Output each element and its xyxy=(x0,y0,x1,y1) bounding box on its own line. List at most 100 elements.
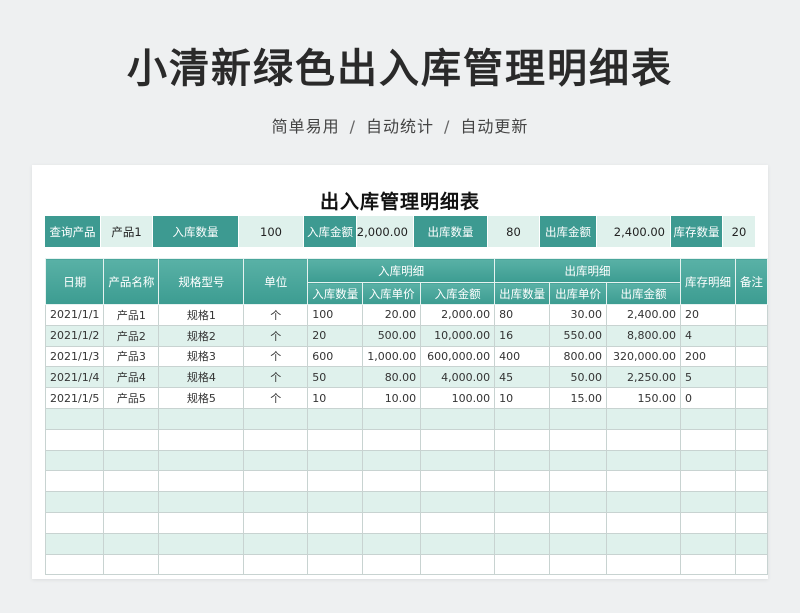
cell-in-qty[interactable] xyxy=(307,449,364,472)
cell-spec[interactable] xyxy=(158,407,245,430)
cell-out-price[interactable]: 50.00 xyxy=(549,366,608,389)
cell-out-price[interactable] xyxy=(549,470,608,493)
cell-out-price[interactable] xyxy=(549,407,608,430)
cell-product[interactable]: 产品1 xyxy=(103,304,160,326)
query-product-input[interactable]: 产品1 xyxy=(101,216,153,247)
cell-note[interactable] xyxy=(734,304,769,326)
cell-stock[interactable]: 200 xyxy=(679,345,736,368)
cell-note[interactable] xyxy=(734,324,769,347)
cell-unit[interactable] xyxy=(243,532,309,555)
cell-spec[interactable] xyxy=(158,428,245,451)
cell-out-qty[interactable] xyxy=(494,491,551,513)
cell-product[interactable] xyxy=(103,428,160,451)
cell-in-qty[interactable] xyxy=(307,407,364,430)
cell-out-qty[interactable]: 45 xyxy=(494,366,551,389)
cell-out-price[interactable]: 15.00 xyxy=(549,387,608,409)
cell-spec[interactable]: 规格1 xyxy=(158,304,245,326)
cell-in-amount[interactable]: 2,000.00 xyxy=(420,304,496,326)
cell-out-qty[interactable]: 400 xyxy=(494,345,551,368)
cell-date[interactable] xyxy=(44,407,105,430)
cell-unit[interactable]: 个 xyxy=(243,324,309,347)
cell-out-qty[interactable] xyxy=(494,470,551,493)
cell-in-amount[interactable] xyxy=(420,428,496,451)
cell-note[interactable] xyxy=(734,532,769,555)
cell-out-price[interactable] xyxy=(549,449,608,472)
cell-in-qty[interactable] xyxy=(307,428,364,451)
cell-in-amount[interactable]: 100.00 xyxy=(420,387,496,409)
cell-out-qty[interactable]: 10 xyxy=(494,387,551,409)
cell-note[interactable] xyxy=(734,553,769,576)
cell-stock[interactable]: 4 xyxy=(679,324,736,347)
cell-date[interactable] xyxy=(44,428,105,451)
cell-date[interactable] xyxy=(44,511,105,534)
cell-stock[interactable] xyxy=(679,511,736,534)
cell-spec[interactable] xyxy=(158,553,245,576)
cell-date[interactable]: 2021/1/2 xyxy=(44,324,105,347)
cell-unit[interactable]: 个 xyxy=(243,345,309,368)
cell-date[interactable]: 2021/1/5 xyxy=(44,387,105,409)
cell-in-qty[interactable]: 10 xyxy=(307,387,364,409)
cell-out-price[interactable] xyxy=(549,553,608,576)
cell-product[interactable] xyxy=(103,449,160,472)
cell-out-amount[interactable]: 320,000.00 xyxy=(606,345,681,368)
cell-in-price[interactable]: 500.00 xyxy=(362,324,422,347)
cell-product[interactable] xyxy=(103,553,160,576)
cell-in-amount[interactable]: 10,000.00 xyxy=(420,324,496,347)
cell-in-qty[interactable]: 20 xyxy=(307,324,364,347)
cell-note[interactable] xyxy=(734,449,769,472)
cell-in-price[interactable] xyxy=(362,470,422,493)
cell-in-amount[interactable] xyxy=(420,511,496,534)
cell-unit[interactable] xyxy=(243,491,309,513)
cell-out-qty[interactable] xyxy=(494,428,551,451)
cell-unit[interactable] xyxy=(243,511,309,534)
cell-note[interactable] xyxy=(734,491,769,513)
cell-stock[interactable]: 0 xyxy=(679,387,736,409)
cell-out-qty[interactable] xyxy=(494,407,551,430)
cell-stock[interactable]: 5 xyxy=(679,366,736,389)
cell-date[interactable]: 2021/1/4 xyxy=(44,366,105,389)
cell-stock[interactable] xyxy=(679,553,736,576)
cell-in-price[interactable] xyxy=(362,532,422,555)
cell-out-qty[interactable]: 80 xyxy=(494,304,551,326)
cell-out-price[interactable]: 550.00 xyxy=(549,324,608,347)
cell-stock[interactable]: 20 xyxy=(679,304,736,326)
cell-in-amount[interactable] xyxy=(420,470,496,493)
cell-spec[interactable] xyxy=(158,491,245,513)
cell-in-price[interactable]: 80.00 xyxy=(362,366,422,389)
cell-in-price[interactable] xyxy=(362,428,422,451)
cell-out-amount[interactable] xyxy=(606,553,681,576)
cell-out-amount[interactable]: 2,400.00 xyxy=(606,304,681,326)
cell-in-qty[interactable] xyxy=(307,511,364,534)
cell-in-amount[interactable] xyxy=(420,532,496,555)
cell-out-price[interactable] xyxy=(549,532,608,555)
cell-product[interactable]: 产品3 xyxy=(103,345,160,368)
cell-out-qty[interactable] xyxy=(494,532,551,555)
cell-unit[interactable]: 个 xyxy=(243,387,309,409)
cell-in-amount[interactable] xyxy=(420,491,496,513)
cell-in-qty[interactable]: 50 xyxy=(307,366,364,389)
cell-date[interactable] xyxy=(44,491,105,513)
cell-in-qty[interactable]: 600 xyxy=(307,345,364,368)
cell-unit[interactable] xyxy=(243,428,309,451)
cell-in-amount[interactable] xyxy=(420,553,496,576)
cell-stock[interactable] xyxy=(679,428,736,451)
cell-out-qty[interactable] xyxy=(494,553,551,576)
cell-in-qty[interactable] xyxy=(307,491,364,513)
cell-product[interactable] xyxy=(103,491,160,513)
cell-out-price[interactable]: 30.00 xyxy=(549,304,608,326)
cell-spec[interactable]: 规格5 xyxy=(158,387,245,409)
cell-in-amount[interactable] xyxy=(420,407,496,430)
cell-in-price[interactable] xyxy=(362,407,422,430)
cell-out-amount[interactable] xyxy=(606,532,681,555)
cell-out-amount[interactable] xyxy=(606,407,681,430)
cell-in-price[interactable]: 20.00 xyxy=(362,304,422,326)
cell-out-price[interactable] xyxy=(549,511,608,534)
cell-spec[interactable] xyxy=(158,470,245,493)
cell-in-qty[interactable] xyxy=(307,553,364,576)
cell-product[interactable]: 产品5 xyxy=(103,387,160,409)
cell-in-qty[interactable]: 100 xyxy=(307,304,364,326)
cell-stock[interactable] xyxy=(679,407,736,430)
cell-in-qty[interactable] xyxy=(307,532,364,555)
cell-product[interactable] xyxy=(103,470,160,493)
cell-out-amount[interactable] xyxy=(606,511,681,534)
